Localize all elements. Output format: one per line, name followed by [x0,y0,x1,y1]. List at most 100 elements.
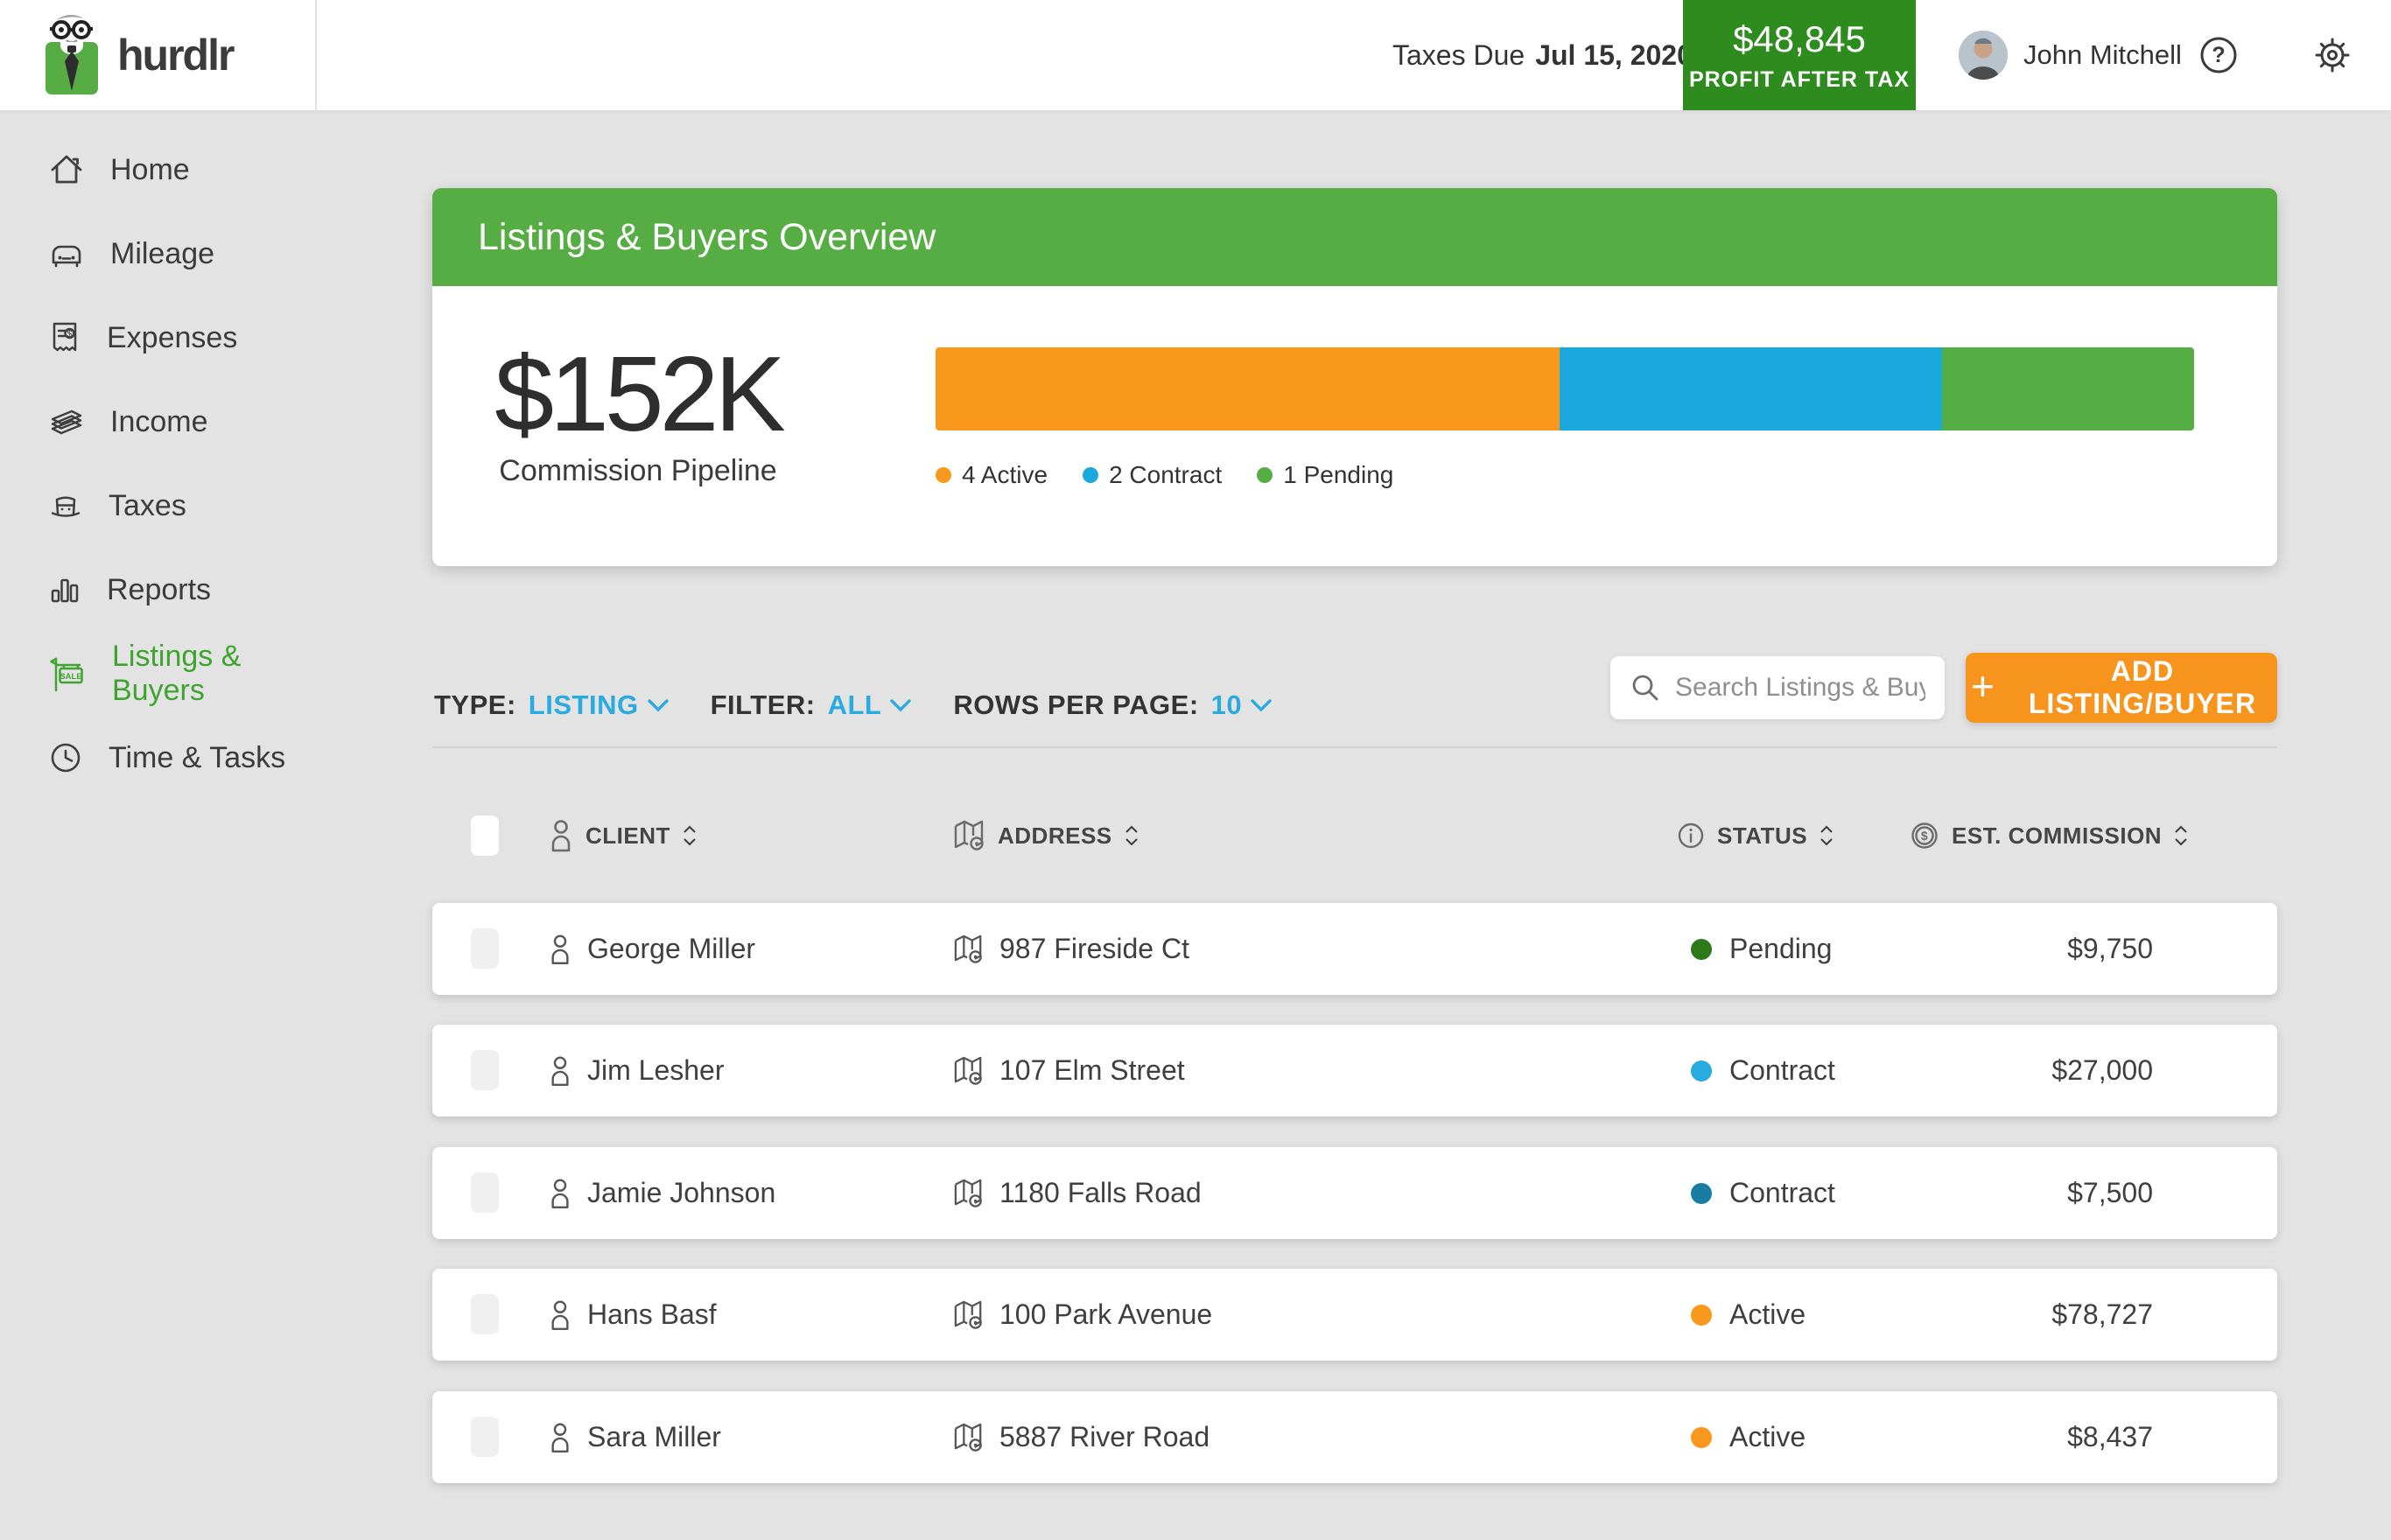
rows-per-page: ROWS PER PAGE: 10 [953,690,1272,721]
status-cell: Pending [1691,903,1832,995]
pipeline-total: $152K [441,340,835,447]
sidebar-item-label: Listings & Buyers [112,640,317,708]
help-icon[interactable]: ? [2198,35,2239,75]
map-pin-icon [954,1422,984,1453]
taxes-due-date: Jul 15, 2020 [1535,39,1693,72]
person-icon [549,934,571,965]
sort-address-control[interactable] [1125,824,1139,847]
top-bar: hurdlr Taxes Due Jul 15, 2020 $48,845 PR… [0,0,2391,110]
row-checkbox[interactable] [471,1172,499,1213]
row-checkbox[interactable] [471,1050,499,1090]
rows-per-page-value: 10 [1211,690,1242,721]
status-badge: Pending [1729,933,1832,965]
info-icon [1677,822,1705,850]
status-filter-dropdown[interactable]: ALL [828,690,912,721]
taxes-due-label: Taxes Due [1392,39,1525,72]
table-row[interactable]: Jamie Johnson 1180 Falls Road Contract $… [432,1147,2277,1239]
sidebar-item-expenses[interactable]: $ Expenses [0,296,317,380]
sidebar-item-reports[interactable]: Reports [0,548,317,632]
status-dot [1691,1305,1712,1326]
column-header-address[interactable]: ADDRESS [954,807,1139,864]
map-pin-icon [954,1055,984,1087]
sidebar-item-label: Mileage [110,237,214,271]
row-checkbox[interactable] [471,1417,499,1457]
map-pin-icon [954,1178,984,1209]
address-text: 5887 River Road [999,1421,1210,1453]
search-box [1610,656,1945,719]
select-all-checkbox[interactable] [471,816,499,856]
address-cell: 1180 Falls Road [954,1147,1202,1239]
status-dot [1691,1183,1712,1204]
profit-amount: $48,845 [1733,18,1866,60]
sort-client-control[interactable] [683,824,697,847]
brand-logo[interactable]: hurdlr [0,0,317,110]
row-checkbox[interactable] [471,928,499,969]
sort-arrows-icon [683,824,697,847]
status-filter-value: ALL [828,690,882,721]
clock-icon [49,741,82,774]
table-row[interactable]: Sara Miller 5887 River Road Active $8,43… [432,1391,2277,1483]
row-checkbox[interactable] [471,1294,499,1334]
commission-cell: $9,750 [2067,903,2153,995]
column-label: EST. COMMISSION [1952,822,2162,850]
client-cell: Jim Lesher [549,1025,725,1116]
sort-arrows-icon [2174,824,2188,847]
sidebar-item-income[interactable]: Income [0,380,317,464]
search-input[interactable] [1673,672,1927,704]
person-icon [549,1422,571,1453]
status-filter: FILTER: ALL [711,690,912,721]
commission-cell: $8,437 [2067,1391,2153,1483]
sort-status-control[interactable] [1820,824,1834,847]
sidebar-item-time-tasks[interactable]: Time & Tasks [0,716,317,800]
table-row[interactable]: Hans Basf 100 Park Avenue Active $78,727 [432,1269,2277,1361]
commission-value: $7,500 [2067,1177,2153,1209]
sidebar-item-label: Reports [107,573,211,607]
column-header-client[interactable]: CLIENT [549,807,697,864]
rows-per-page-dropdown[interactable]: 10 [1211,690,1272,721]
sidebar-item-taxes[interactable]: Taxes [0,464,317,548]
bar-segment-pending [1942,347,2194,430]
sidebar-item-label: Taxes [109,489,186,523]
status-badge: Contract [1729,1177,1835,1209]
coin-icon: $ [1910,821,1939,850]
status-dot [1691,939,1712,960]
map-pin-icon [954,934,984,965]
sidebar-item-home[interactable]: Home [0,128,317,212]
add-listing-buyer-label: ADD LISTING/BUYER [2013,655,2272,720]
sidebar-item-listings-buyers[interactable]: SALE Listings & Buyers [0,632,317,716]
gear-icon[interactable] [2312,35,2352,75]
commission-value: $9,750 [2067,933,2153,965]
sale-sign-text: SALE [60,672,81,682]
legend-dot-active [936,467,951,483]
commission-value: $8,437 [2067,1421,2153,1453]
receipt-icon: $ [49,321,81,354]
commission-value: $27,000 [2051,1054,2153,1087]
sort-commission-control[interactable] [2174,824,2188,847]
rows-per-page-label: ROWS PER PAGE: [953,690,1198,721]
table-row[interactable]: Jim Lesher 107 Elm Street Contract $27,0… [432,1025,2277,1116]
add-listing-buyer-button[interactable]: + ADD LISTING/BUYER [1966,653,2277,723]
table-row[interactable]: George Miller 987 Fireside Ct Pending $9… [432,903,2277,995]
column-header-status[interactable]: STATUS [1677,807,1834,864]
status-badge: Active [1729,1421,1806,1453]
client-cell: Sara Miller [549,1391,721,1483]
legend-label: 4 Active [962,461,1048,489]
main-content: Listings & Buyers Overview $152K Commiss… [432,110,2277,1540]
sidebar-item-label: Home [110,153,190,187]
profit-after-tax-badge: $48,845 PROFIT AFTER TAX [1683,0,1916,110]
bar-chart-icon [49,575,81,605]
pipeline-label: Commission Pipeline [441,454,835,488]
column-label: ADDRESS [998,822,1112,850]
column-header-commission[interactable]: $ EST. COMMISSION [1910,807,2188,864]
commission-cell: $7,500 [2067,1147,2153,1239]
sidebar-item-mileage[interactable]: Mileage [0,212,317,296]
type-filter-dropdown[interactable]: LISTING [529,690,669,721]
legend-label: 2 Contract [1109,461,1222,489]
sale-sign-icon: SALE [49,655,86,692]
user-name: John Mitchell [2023,0,2182,110]
legend-label: 1 Pending [1283,461,1393,489]
address-cell: 5887 River Road [954,1391,1210,1483]
top-hat-icon [49,490,82,522]
table-header: CLIENT ADDRESS STATUS [432,807,2277,864]
user-avatar[interactable] [1959,31,2008,80]
